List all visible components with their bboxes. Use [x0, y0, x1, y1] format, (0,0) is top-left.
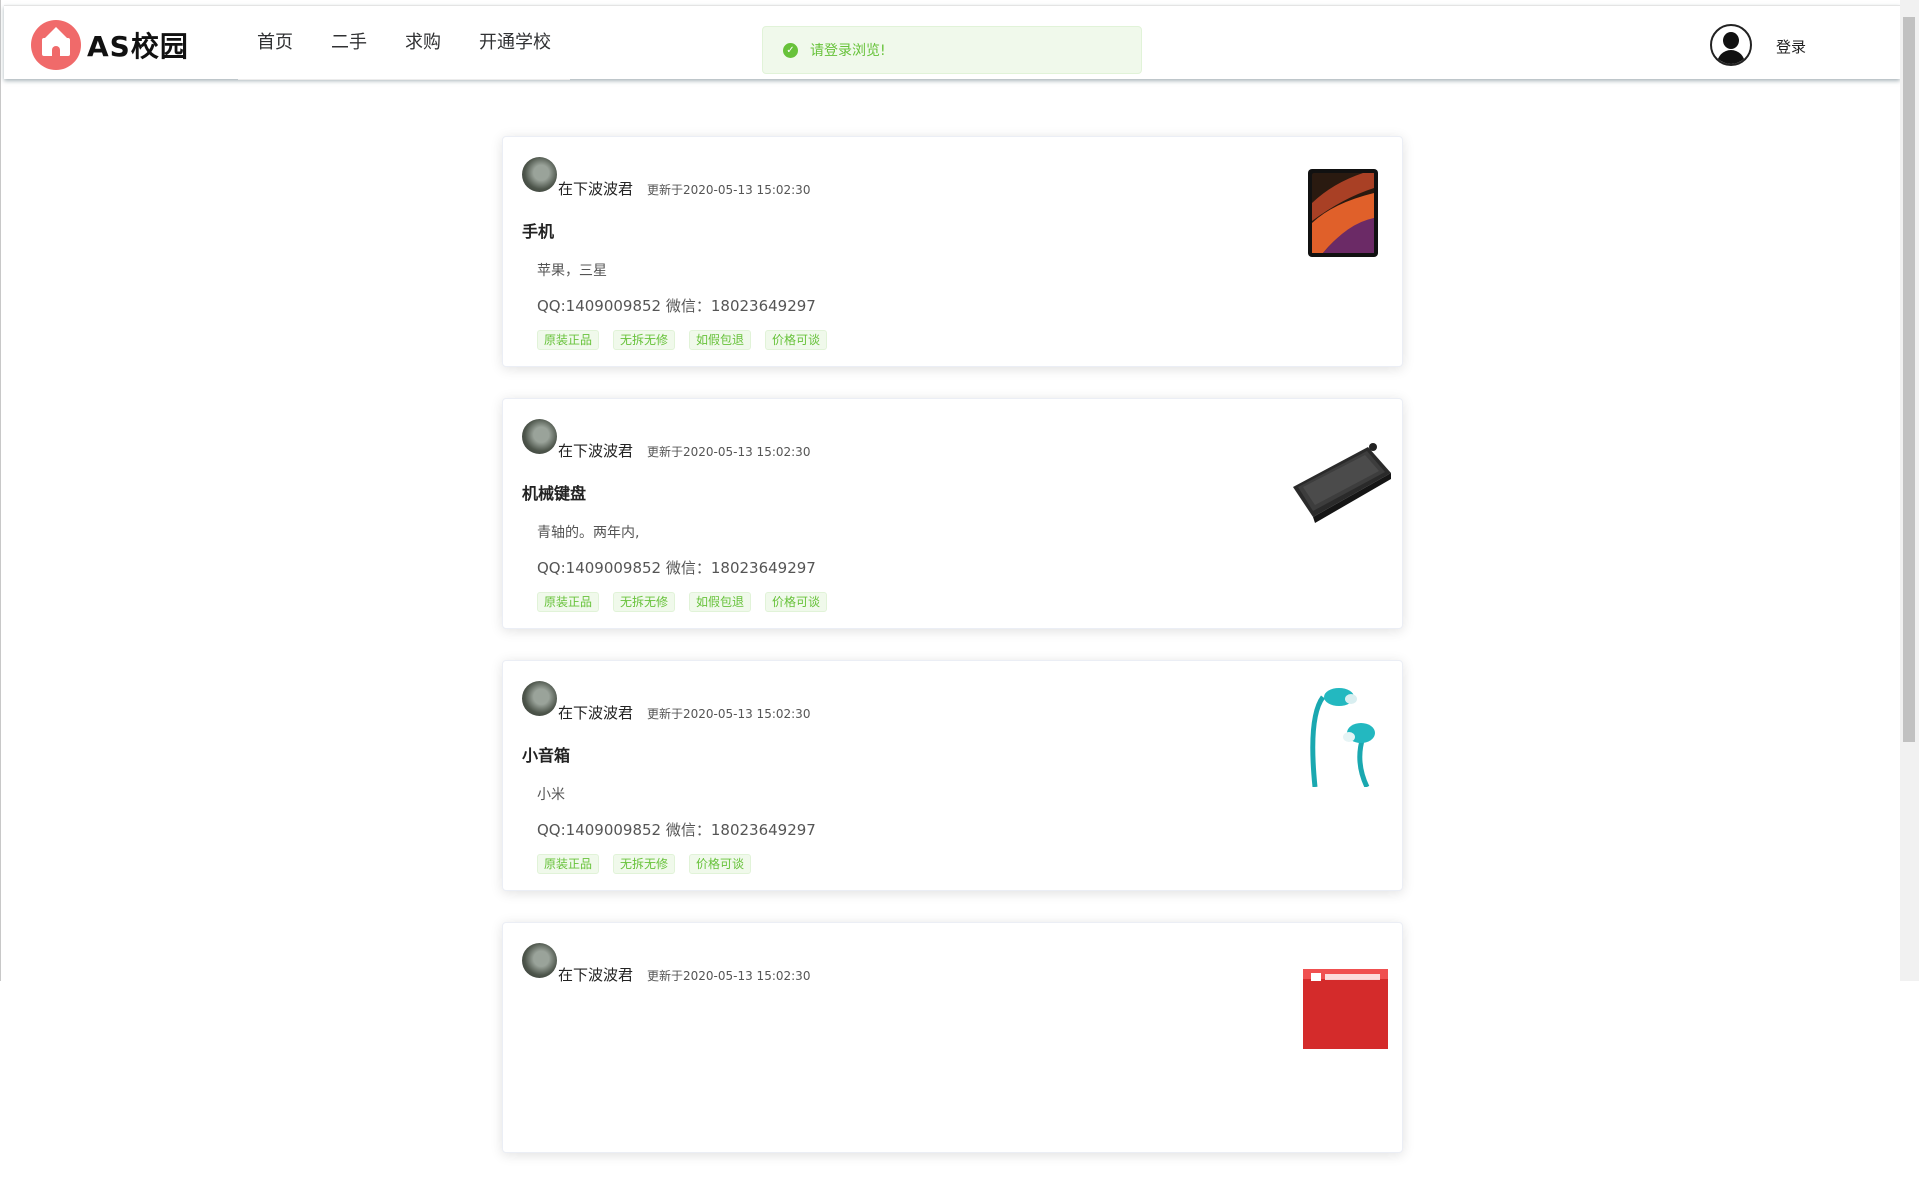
post-card[interactable]: 在下波波君 更新于2020-05-13 15:02:30 小音箱 小米 QQ:1… [502, 660, 1403, 891]
post-title[interactable]: 手机 [522, 218, 554, 242]
author-avatar[interactable] [522, 943, 557, 978]
author-avatar[interactable] [522, 419, 557, 454]
tag: 无拆无修 [613, 330, 676, 350]
post-contact: QQ:1409009852 微信：18023649297 [537, 559, 816, 577]
post-title[interactable]: 机械键盘 [522, 480, 586, 504]
tag-list: 原装正品 无拆无修 如假包退 价格可谈 [537, 592, 841, 612]
author-name: 在下波波君 [558, 966, 634, 984]
update-time: 更新于2020-05-13 15:02:30 [647, 183, 811, 197]
post-description: 苹果，三星 [537, 263, 607, 279]
nav-item-wanted[interactable]: 求购 [386, 6, 460, 79]
post-card[interactable]: 在下波波君 更新于2020-05-13 15:02:30 [502, 922, 1403, 1153]
keyboard-image[interactable] [1263, 425, 1393, 525]
tag: 无拆无修 [613, 854, 676, 874]
site-logo[interactable]: AS校园 [31, 20, 189, 70]
login-link[interactable]: 登录 [1776, 36, 1806, 57]
message-toast: ✓ 请登录浏览! [762, 26, 1142, 74]
book-box-image[interactable] [1263, 949, 1393, 1049]
tag: 价格可谈 [765, 592, 828, 612]
post-list: 在下波波君 更新于2020-05-13 15:02:30 手机 苹果，三星 QQ… [502, 136, 1403, 1184]
nav-item-home[interactable]: 首页 [238, 6, 312, 79]
post-description: 小米 [537, 787, 565, 803]
scrollbar-thumb[interactable] [1903, 17, 1915, 742]
tag: 价格可谈 [689, 854, 752, 874]
tag-list: 原装正品 无拆无修 如假包退 价格可谈 [537, 330, 841, 350]
tag: 价格可谈 [765, 330, 828, 350]
update-time: 更新于2020-05-13 15:02:30 [647, 969, 811, 983]
check-circle-icon: ✓ [783, 42, 798, 58]
author-name: 在下波波君 [558, 442, 634, 460]
user-avatar-icon[interactable] [1710, 24, 1752, 66]
post-title[interactable]: 小音箱 [522, 742, 570, 766]
author-avatar[interactable] [522, 157, 557, 192]
tag: 如假包退 [689, 592, 752, 612]
post-contact: QQ:1409009852 微信：18023649297 [537, 297, 816, 315]
phone-image[interactable] [1263, 163, 1393, 263]
school-logo-icon [31, 20, 81, 70]
tag: 无拆无修 [613, 592, 676, 612]
author-name: 在下波波君 [558, 180, 634, 198]
earphones-image[interactable] [1263, 687, 1393, 787]
logo-text: AS校园 [87, 30, 189, 63]
author-name: 在下波波君 [558, 704, 634, 722]
tag: 原装正品 [537, 854, 600, 874]
tag: 如假包退 [689, 330, 752, 350]
nav-item-secondhand[interactable]: 二手 [312, 6, 386, 79]
update-time: 更新于2020-05-13 15:02:30 [647, 445, 811, 459]
author-avatar[interactable] [522, 681, 557, 716]
nav-item-open-school[interactable]: 开通学校 [460, 6, 570, 79]
tag-list: 原装正品 无拆无修 价格可谈 [537, 854, 765, 874]
tag: 原装正品 [537, 592, 600, 612]
update-time: 更新于2020-05-13 15:02:30 [647, 707, 811, 721]
main-nav: 首页 二手 求购 开通学校 [238, 6, 570, 80]
vertical-scrollbar[interactable] [1900, 0, 1919, 981]
toast-message: 请登录浏览! [810, 43, 886, 59]
post-card[interactable]: 在下波波君 更新于2020-05-13 15:02:30 机械键盘 青轴的。两年… [502, 398, 1403, 629]
tag: 原装正品 [537, 330, 600, 350]
post-contact: QQ:1409009852 微信：18023649297 [537, 821, 816, 839]
post-description: 青轴的。两年内, [537, 525, 640, 541]
post-card[interactable]: 在下波波君 更新于2020-05-13 15:02:30 手机 苹果，三星 QQ… [502, 136, 1403, 367]
